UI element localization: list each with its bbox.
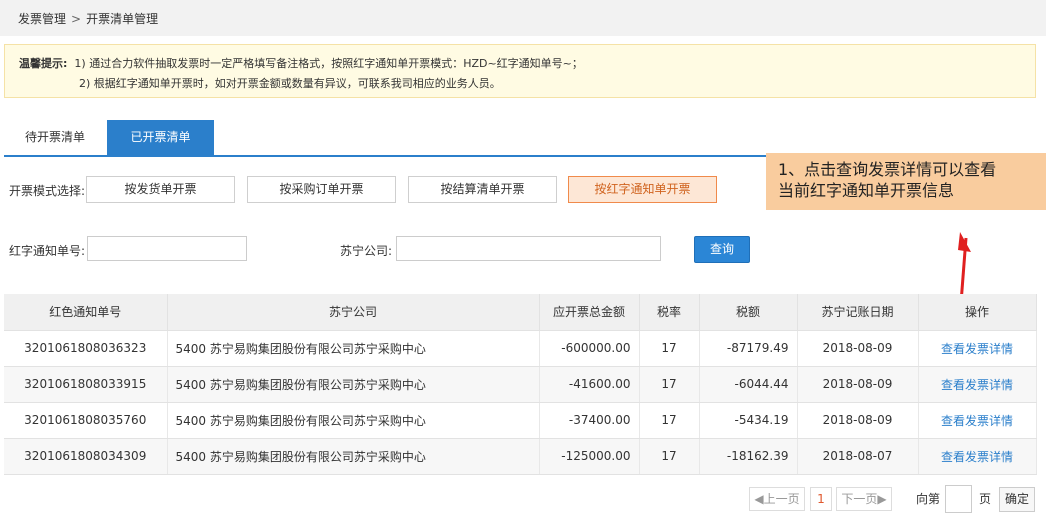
pagination: ◀上一页 1 下一页▶ 向第 页 确定 [0,485,1046,513]
table-row: 3201061808033915 5400 苏宁易购集团股份有限公司苏宁采购中心… [4,366,1037,403]
breadcrumb-current: 开票清单管理 [86,12,159,26]
notice-no-label: 红字通知单号: [9,244,86,258]
breadcrumb-separator: > [71,12,82,26]
table-row: 3201061808034309 5400 苏宁易购集团股份有限公司苏宁采购中心… [4,438,1037,475]
mode-by-delivery-button[interactable]: 按发货单开票 [86,176,235,203]
callout-line-2: 当前红字通知单开票信息 [778,181,955,200]
cell-amount: -41600.00 [539,366,640,403]
tab-pending-invoices[interactable]: 待开票清单 [4,120,106,155]
col-header-notice-no: 红色通知单号 [4,294,168,331]
page-1-button[interactable]: 1 [810,487,832,511]
annotation-callout: 1、点击查询发票详情可以查看 当前红字通知单开票信息 [766,153,1046,210]
notice-text-1: 1) 通过合力软件抽取发票时一定严格填写备注格式，按照红字通知单开票模式：HZD… [74,57,583,70]
next-page-button[interactable]: 下一页▶ [836,487,892,511]
cell-posting-date: 2018-08-07 [797,438,919,475]
cell-tax-rate: 17 [639,366,700,403]
company-label: 苏宁公司: [340,244,393,258]
col-header-company: 苏宁公司 [167,294,540,331]
cell-tax-amount: -87179.49 [699,330,798,367]
goto-page-suffix: 页 [979,492,992,506]
cell-posting-date: 2018-08-09 [797,330,919,367]
callout-line-1: 1、点击查询发票详情可以查看 [778,160,997,179]
col-header-posting-date: 苏宁记账日期 [797,294,919,331]
cell-tax-rate: 17 [639,438,700,475]
mode-by-settlement-button[interactable]: 按结算清单开票 [408,176,557,203]
cell-tax-amount: -18162.39 [699,438,798,475]
cell-company: 5400 苏宁易购集团股份有限公司苏宁采购中心 [167,330,540,367]
cell-notice-no: 3201061808036323 [4,330,168,367]
invoice-mode-label: 开票模式选择: [9,184,86,198]
cell-tax-rate: 17 [639,330,700,367]
cell-company: 5400 苏宁易购集团股份有限公司苏宁采购中心 [167,402,540,439]
prev-page-button[interactable]: ◀上一页 [749,487,805,511]
goto-page-prefix: 向第 [916,492,941,506]
table-row: 3201061808035760 5400 苏宁易购集团股份有限公司苏宁采购中心… [4,402,1037,439]
search-form: 红字通知单号: 苏宁公司: 查询 [0,236,760,264]
notice-text-2: 2) 根据红字通知单开票时，如对开票金额或数量有异议，可联系我司相应的业务人员。 [79,77,501,90]
goto-confirm-button[interactable]: 确定 [999,487,1035,512]
cell-action: 查看发票详情 [918,438,1037,475]
cell-action: 查看发票详情 [918,366,1037,403]
notice-no-input[interactable] [87,236,247,261]
table-row: 3201061808036323 5400 苏宁易购集团股份有限公司苏宁采购中心… [4,330,1037,367]
page: 发票管理 > 开票清单管理 温馨提示: 1) 通过合力软件抽取发票时一定严格填写备注… [0,0,1046,526]
cell-company: 5400 苏宁易购集团股份有限公司苏宁采购中心 [167,438,540,475]
cell-notice-no: 3201061808034309 [4,438,168,475]
col-header-tax-amount: 税额 [699,294,798,331]
breadcrumb: 发票管理 > 开票清单管理 [0,0,1046,36]
notice-box: 温馨提示: 1) 通过合力软件抽取发票时一定严格填写备注格式，按照红字通知单开票… [4,44,1036,98]
query-button[interactable]: 查询 [694,236,750,263]
col-header-tax-rate: 税率 [639,294,700,331]
col-header-amount: 应开票总金额 [539,294,640,331]
cell-notice-no: 3201061808033915 [4,366,168,403]
tab-issued-invoices[interactable]: 已开票清单 [107,120,214,155]
notice-line-1: 温馨提示: 1) 通过合力软件抽取发票时一定严格填写备注格式，按照红字通知单开票… [19,54,1035,74]
view-invoice-detail-link[interactable]: 查看发票详情 [941,342,1013,356]
notice-title: 温馨提示: [19,57,68,70]
view-invoice-detail-link[interactable]: 查看发票详情 [941,414,1013,428]
cell-amount: -37400.00 [539,402,640,439]
view-invoice-detail-link[interactable]: 查看发票详情 [941,450,1013,464]
table-header-row: 红色通知单号 苏宁公司 应开票总金额 税率 税额 苏宁记账日期 操作 [4,294,1037,331]
company-input[interactable] [396,236,661,261]
tab-bar: 待开票清单 已开票清单 [4,120,1040,157]
col-header-action: 操作 [918,294,1037,331]
notice-line-2: 2) 根据红字通知单开票时，如对开票金额或数量有异议，可联系我司相应的业务人员。 [19,74,1035,94]
mode-by-red-notice-button[interactable]: 按红字通知单开票 [568,176,717,203]
cell-notice-no: 3201061808035760 [4,402,168,439]
issued-invoice-table: 红色通知单号 苏宁公司 应开票总金额 税率 税额 苏宁记账日期 操作 32010… [4,294,1037,475]
cell-tax-amount: -5434.19 [699,402,798,439]
cell-tax-amount: -6044.44 [699,366,798,403]
mode-by-purchase-order-button[interactable]: 按采购订单开票 [247,176,396,203]
invoice-mode-row: 开票模式选择: 按发货单开票 按采购订单开票 按结算清单开票 按红字通知单开票 [0,174,760,206]
cell-action: 查看发票详情 [918,330,1037,367]
cell-tax-rate: 17 [639,402,700,439]
goto-page-input[interactable] [945,485,972,513]
view-invoice-detail-link[interactable]: 查看发票详情 [941,378,1013,392]
cell-company: 5400 苏宁易购集团股份有限公司苏宁采购中心 [167,366,540,403]
cell-amount: -600000.00 [539,330,640,367]
cell-amount: -125000.00 [539,438,640,475]
cell-action: 查看发票详情 [918,402,1037,439]
cell-posting-date: 2018-08-09 [797,402,919,439]
cell-posting-date: 2018-08-09 [797,366,919,403]
breadcrumb-root[interactable]: 发票管理 [18,10,66,27]
